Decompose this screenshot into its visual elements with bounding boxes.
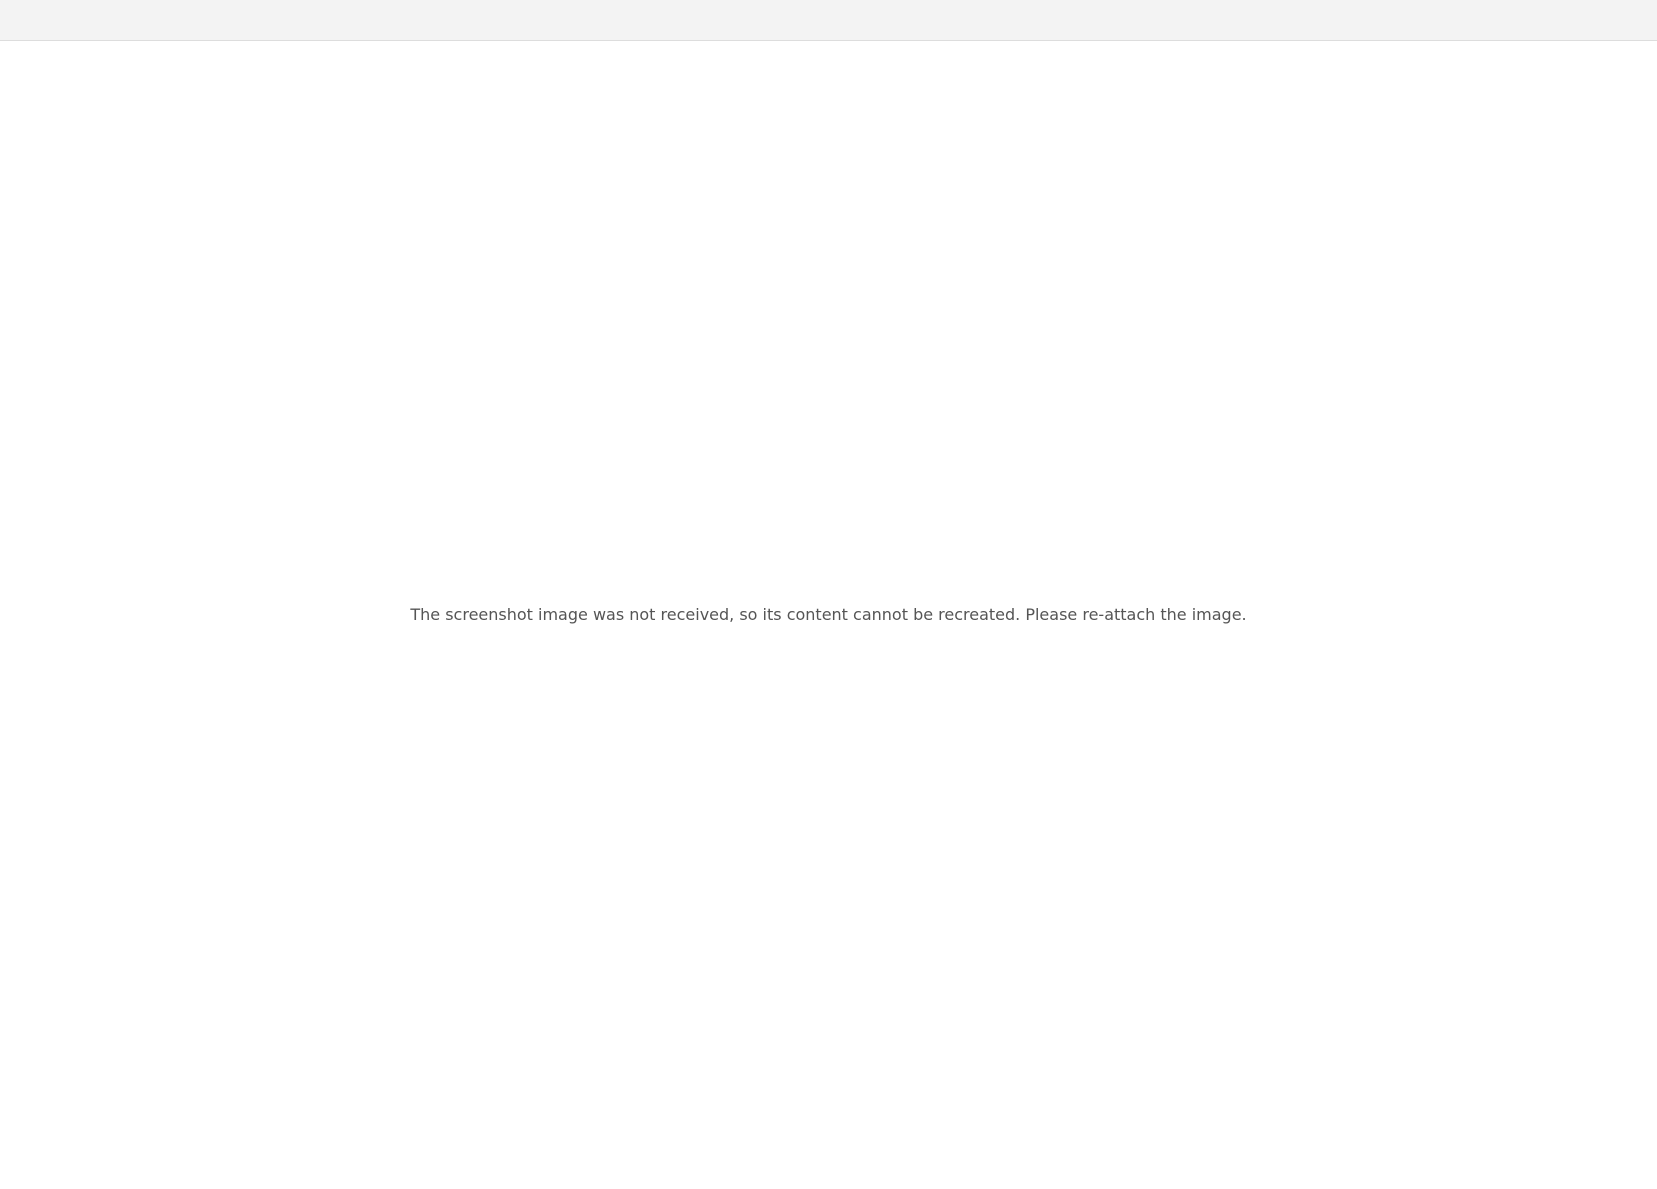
main-content: The screenshot image was not received, s… [0, 41, 1657, 1189]
app-window: The screenshot image was not received, s… [0, 0, 1657, 1189]
missing-image-notice: The screenshot image was not received, s… [410, 605, 1247, 624]
title-bar [0, 0, 1657, 41]
